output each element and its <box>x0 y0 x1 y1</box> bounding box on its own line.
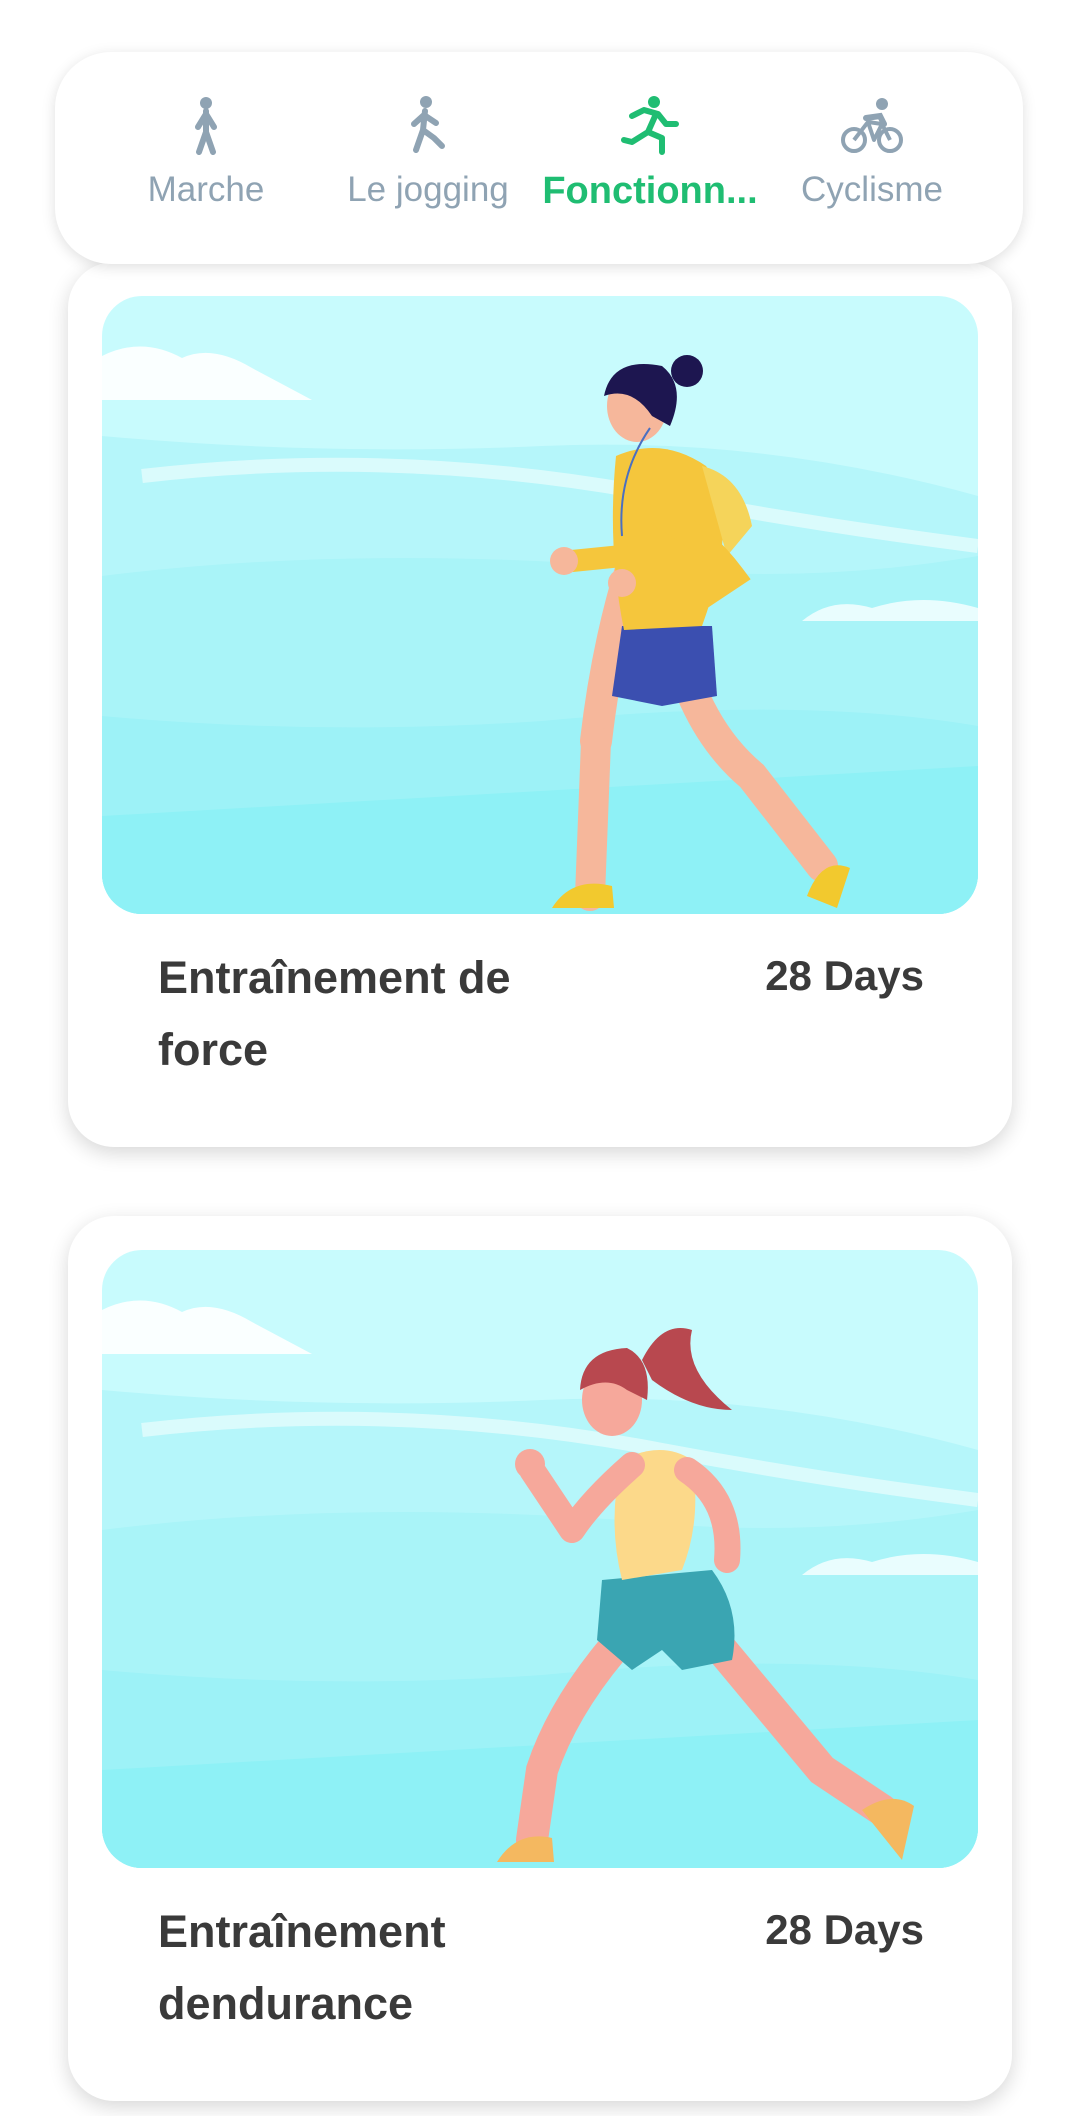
plan-duration: 28 Days <box>765 952 924 999</box>
cycling-icon <box>841 98 903 153</box>
plan-title: Entraînement dendurance <box>158 1906 446 2029</box>
walking-icon <box>195 97 217 155</box>
plan-title: Entraînement de force <box>158 952 511 1075</box>
tab-label-cycling: Cyclisme <box>801 170 943 209</box>
tab-label-jogging: Le jogging <box>347 170 509 209</box>
jogging-icon <box>411 96 445 153</box>
jogging-woman-illustration <box>102 296 978 914</box>
tab-jogging[interactable]: Le jogging <box>317 52 539 264</box>
plan-card[interactable]: Entraînement dendurance 28 Days <box>68 1216 1012 2101</box>
screen: Marche Le jogging Fonctionn... Cyclisme … <box>0 0 1080 2116</box>
plan-illustration <box>102 296 978 914</box>
running-woman-illustration <box>102 1250 978 1868</box>
activity-tab-bar: Marche Le jogging Fonctionn... Cyclisme <box>55 52 1023 264</box>
tab-running[interactable]: Fonctionn... <box>539 52 761 264</box>
tab-label-walking: Marche <box>147 170 265 209</box>
plan-duration: 28 Days <box>765 1906 924 1953</box>
tab-label-running: Fonctionn... <box>542 170 758 212</box>
plan-illustration <box>102 1250 978 1868</box>
plan-card[interactable]: Entraînement de force 28 Days <box>68 262 1012 1147</box>
running-icon <box>621 96 679 155</box>
tab-walking[interactable]: Marche <box>95 52 317 264</box>
tab-cycling[interactable]: Cyclisme <box>761 52 983 264</box>
